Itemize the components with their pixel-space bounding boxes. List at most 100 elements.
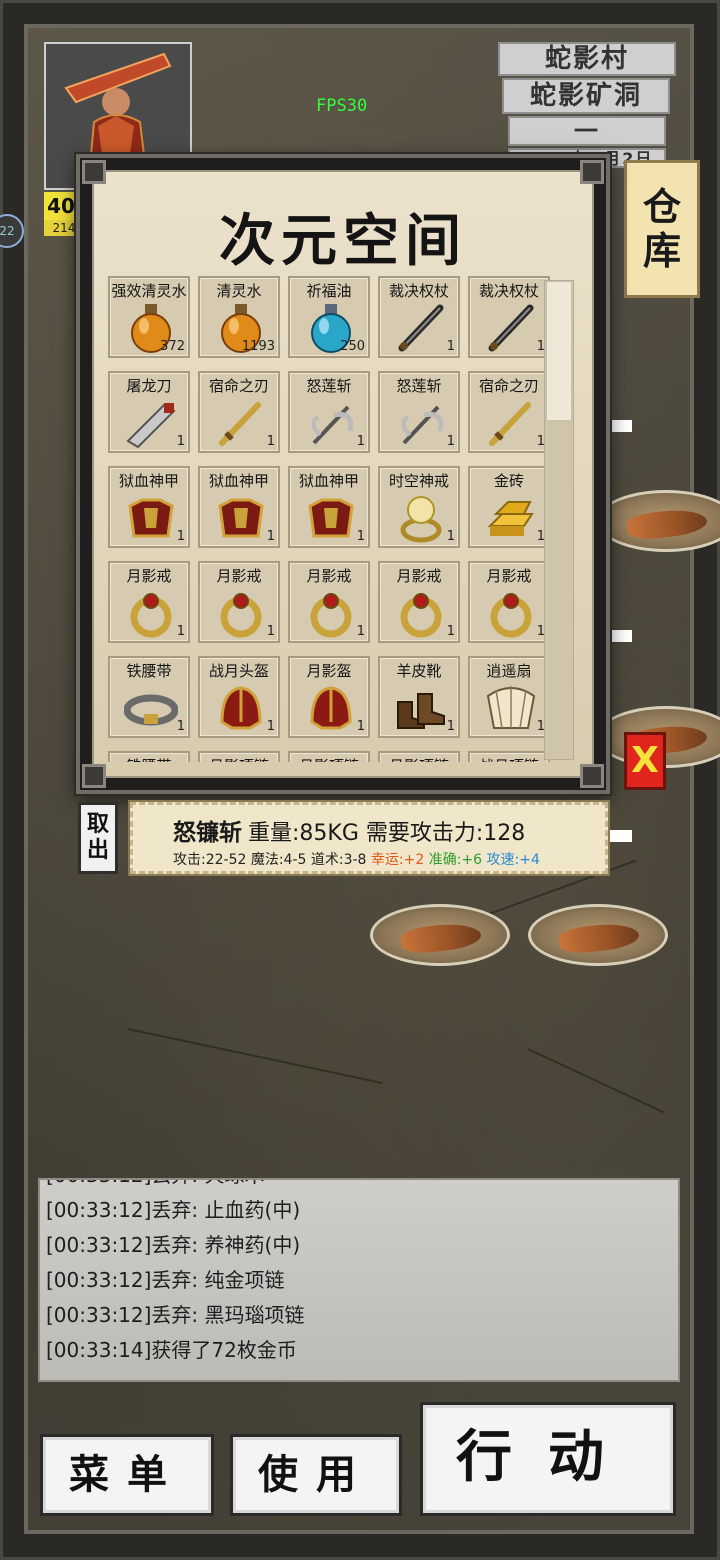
menu-button[interactable]: 菜单 bbox=[40, 1434, 214, 1516]
panel-body: 次元空间 强效清灵水 372 清灵水 1193 祈福油 250 裁决权杖 1 裁决权杖 1 屠龙刀 1… bbox=[92, 170, 594, 778]
action-button[interactable]: 行动 bbox=[420, 1402, 676, 1516]
inventory-slot[interactable]: 月影戒 1 bbox=[288, 561, 370, 643]
panel-corner bbox=[580, 764, 604, 788]
inventory-slot[interactable]: 祈福油 250 bbox=[288, 276, 370, 358]
inventory-slot[interactable]: 月影戒 1 bbox=[468, 561, 550, 643]
inventory-slot[interactable]: 金砖 1 bbox=[468, 466, 550, 548]
slot-item-name: 铁腰带 bbox=[126, 662, 172, 680]
slot-item-name: 逍遥扇 bbox=[486, 662, 532, 680]
monster-corpse[interactable] bbox=[370, 904, 510, 966]
slot-item-name: 金砖 bbox=[493, 472, 524, 490]
slot-item-count: 1 bbox=[446, 624, 455, 639]
item-scrollbar[interactable] bbox=[544, 280, 574, 760]
inventory-slot[interactable]: 月影戒 1 bbox=[198, 561, 280, 643]
ground-crack bbox=[527, 1048, 665, 1114]
message-log[interactable]: [00:33:12]丢弃: 火球术 [00:33:12]丢弃: 止血药(中) [… bbox=[38, 1178, 680, 1382]
inventory-slot[interactable]: 铁腰带 1 bbox=[108, 656, 190, 738]
log-line: [00:33:12]丢弃: 火球术 bbox=[46, 1180, 678, 1193]
ring-icon bbox=[214, 587, 268, 639]
inventory-slot[interactable]: 清灵水 1193 bbox=[198, 276, 280, 358]
slot-item-name: 月影盔 bbox=[306, 662, 352, 680]
inventory-slot[interactable]: 月影盔 1 bbox=[288, 656, 370, 738]
inventory-slot[interactable]: 战月项链 bbox=[468, 751, 550, 762]
slot-item-name: 月影戒 bbox=[396, 567, 442, 585]
slot-item-count: 1 bbox=[356, 529, 365, 544]
armor-icon bbox=[304, 492, 358, 544]
slot-item-name: 羊皮靴 bbox=[396, 662, 442, 680]
belt-icon bbox=[123, 682, 179, 734]
monster-corpse[interactable] bbox=[528, 904, 668, 966]
helmet-icon bbox=[214, 682, 268, 734]
armor-icon bbox=[124, 492, 178, 544]
ring-icon bbox=[304, 587, 358, 639]
inventory-slot[interactable]: 狱血神甲 1 bbox=[108, 466, 190, 548]
inventory-slot[interactable]: 月影项链 bbox=[288, 751, 370, 762]
take-out-label-2: 出 bbox=[86, 838, 109, 863]
slot-item-name: 宿命之刃 bbox=[478, 377, 539, 395]
slot-item-count: 1 bbox=[446, 529, 455, 544]
slot-item-name: 战月头盔 bbox=[208, 662, 269, 680]
ring-icon bbox=[394, 587, 448, 639]
slot-item-count: 1 bbox=[446, 434, 455, 449]
inventory-slot[interactable]: 月影项链 bbox=[378, 751, 460, 762]
inventory-slot[interactable]: 裁决权杖 1 bbox=[468, 276, 550, 358]
slot-item-count: 1 bbox=[176, 719, 185, 734]
use-button[interactable]: 使用 bbox=[230, 1434, 402, 1516]
slot-item-name: 月影项链 bbox=[290, 755, 368, 762]
slot-item-count: 1 bbox=[266, 624, 275, 639]
inventory-slot[interactable]: 屠龙刀 1 bbox=[108, 371, 190, 453]
detail-accuracy: 准确:+6 bbox=[428, 852, 483, 868]
log-line: [00:33:14]获得了72枚金币 bbox=[46, 1338, 297, 1362]
storage-label-1: 仓 bbox=[642, 185, 681, 229]
panel-corner bbox=[580, 160, 604, 184]
inventory-slot[interactable]: 宿命之刃 1 bbox=[198, 371, 280, 453]
inventory-slot[interactable]: 羊皮靴 1 bbox=[378, 656, 460, 738]
slot-item-name: 裁决权杖 bbox=[478, 282, 539, 300]
take-out-button[interactable]: 取 出 bbox=[78, 802, 118, 874]
storage-label-2: 库 bbox=[642, 229, 681, 273]
inventory-slot[interactable]: 月影项链 bbox=[198, 751, 280, 762]
scroll-thumb[interactable] bbox=[546, 281, 572, 421]
storage-button[interactable]: 仓 库 bbox=[624, 160, 700, 298]
slot-item-name: 宿命之刃 bbox=[208, 377, 269, 395]
inventory-slot[interactable]: 强效清灵水 372 bbox=[108, 276, 190, 358]
take-out-label-1: 取 bbox=[86, 812, 109, 837]
sword-icon bbox=[484, 397, 538, 449]
slot-item-count: 1 bbox=[356, 434, 365, 449]
slot-item-name: 月影戒 bbox=[216, 567, 262, 585]
location-area: 蛇影矿洞 bbox=[502, 78, 670, 114]
slot-item-name: 月影戒 bbox=[486, 567, 532, 585]
location-village: 蛇影村 bbox=[498, 42, 676, 76]
panel-corner bbox=[82, 764, 106, 788]
location-floor: 一 bbox=[508, 116, 666, 146]
close-button[interactable]: X bbox=[624, 732, 666, 790]
boots-icon bbox=[394, 682, 448, 734]
inventory-slot[interactable]: 怒莲斩 1 bbox=[378, 371, 460, 453]
slot-item-count: 1 bbox=[176, 434, 185, 449]
slot-item-count: 372 bbox=[160, 339, 185, 354]
slot-item-name: 裁决权杖 bbox=[388, 282, 449, 300]
inventory-slot[interactable]: 宿命之刃 1 bbox=[468, 371, 550, 453]
armor-icon bbox=[214, 492, 268, 544]
dimension-space-panel: 次元空间 强效清灵水 372 清灵水 1193 祈福油 250 裁决权杖 1 裁决权杖 1 屠龙刀 1… bbox=[76, 154, 610, 794]
inventory-slot[interactable]: 狱血神甲 1 bbox=[288, 466, 370, 548]
log-line: [00:33:12]丢弃: 止血药(中) bbox=[46, 1198, 301, 1222]
inventory-slot[interactable]: 狱血神甲 1 bbox=[198, 466, 280, 548]
slot-item-name: 清灵水 bbox=[216, 282, 262, 300]
inventory-slot[interactable]: 时空神戒 1 bbox=[378, 466, 460, 548]
slot-item-name: 狱血神甲 bbox=[208, 472, 269, 490]
inventory-slot[interactable]: 逍遥扇 1 bbox=[468, 656, 550, 738]
scythe-icon bbox=[304, 397, 358, 449]
slot-item-name: 祈福油 bbox=[306, 282, 352, 300]
inventory-slot[interactable]: 怒莲斩 1 bbox=[288, 371, 370, 453]
slot-item-name: 时空神戒 bbox=[388, 472, 449, 490]
slot-item-name: 战月项链 bbox=[470, 755, 548, 762]
inventory-slot[interactable]: 裁决权杖 1 bbox=[378, 276, 460, 358]
inventory-slot[interactable]: 月影戒 1 bbox=[378, 561, 460, 643]
inventory-slot[interactable]: 铁腰带 bbox=[108, 751, 190, 762]
inventory-slot[interactable]: 月影戒 1 bbox=[108, 561, 190, 643]
helmet-icon bbox=[304, 682, 358, 734]
item-grid: 强效清灵水 372 清灵水 1193 祈福油 250 裁决权杖 1 裁决权杖 1 屠龙刀 1 宿命之刃 1… bbox=[108, 276, 558, 762]
inventory-slot[interactable]: 战月头盔 1 bbox=[198, 656, 280, 738]
slot-item-count: 1 bbox=[356, 624, 365, 639]
